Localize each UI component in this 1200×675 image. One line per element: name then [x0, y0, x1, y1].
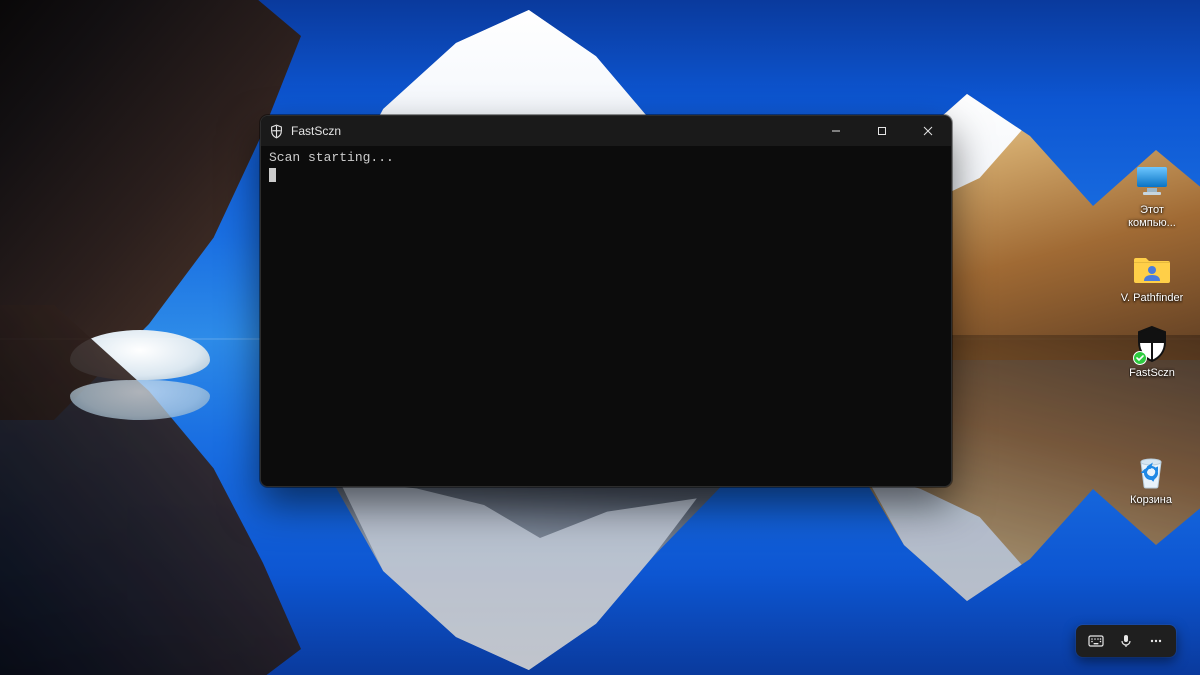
- desktop-icon-fastsczn[interactable]: FastSczn: [1115, 323, 1189, 380]
- recycle-bin-icon: [1130, 450, 1172, 492]
- minimize-button[interactable]: [813, 116, 859, 146]
- desktop-icon-label: FastSczn: [1129, 367, 1175, 380]
- microphone-button[interactable]: [1112, 628, 1140, 654]
- user-folder-icon: [1131, 248, 1173, 290]
- monitor-icon: [1131, 160, 1173, 202]
- keyboard-icon: [1088, 633, 1104, 649]
- console-window: FastSczn Scan starting...: [260, 115, 952, 487]
- console-line: Scan starting...: [269, 150, 943, 166]
- window-titlebar[interactable]: FastSczn: [261, 116, 951, 146]
- desktop-icon-label: V. Pathfinder: [1121, 292, 1184, 305]
- desktop-icon-label: Этот компью...: [1115, 204, 1189, 230]
- keyboard-button[interactable]: [1082, 628, 1110, 654]
- scrollbar[interactable]: [941, 150, 949, 482]
- voice-typing-widget[interactable]: [1076, 625, 1176, 657]
- desktop-icons-column: Этот компью... V. Pathfinder: [1114, 160, 1190, 380]
- more-icon: [1148, 633, 1164, 649]
- microphone-icon: [1118, 633, 1134, 649]
- desktop-icon-recycle-bin[interactable]: Корзина: [1114, 450, 1188, 507]
- close-button[interactable]: [905, 116, 951, 146]
- window-title: FastSczn: [291, 124, 341, 138]
- maximize-button[interactable]: [859, 116, 905, 146]
- shield-icon: [1131, 323, 1173, 365]
- cursor-icon: [269, 168, 276, 182]
- console-output[interactable]: Scan starting...: [261, 146, 951, 486]
- shield-icon: [261, 124, 291, 139]
- desktop-icon-label: Корзина: [1130, 494, 1172, 507]
- more-button[interactable]: [1142, 628, 1170, 654]
- desktop-icon-this-pc[interactable]: Этот компью...: [1115, 160, 1189, 230]
- desktop-icon-pathfinder[interactable]: V. Pathfinder: [1115, 248, 1189, 305]
- console-cursor-line: [269, 166, 943, 182]
